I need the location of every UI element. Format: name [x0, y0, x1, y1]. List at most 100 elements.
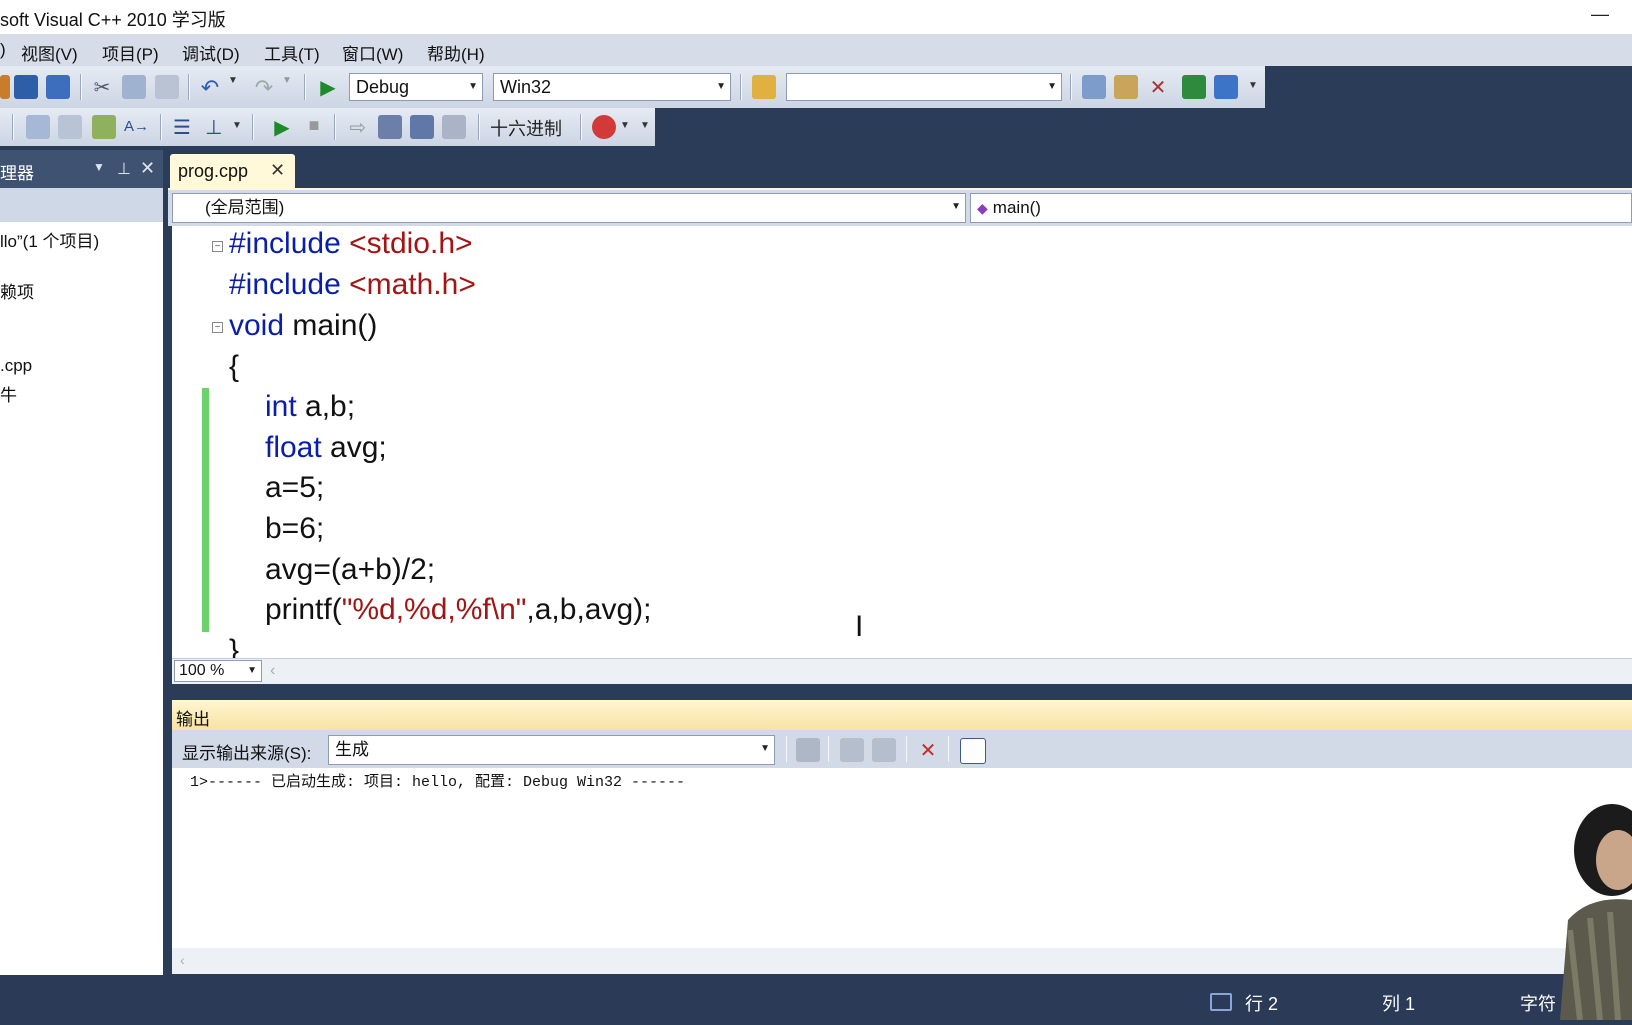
redo-dropdown-icon[interactable]: ▼ — [282, 75, 294, 99]
toolbar-separator — [906, 736, 907, 762]
code-line-11: } — [229, 634, 240, 658]
breakpoints-icon[interactable] — [592, 115, 616, 139]
minimize-button[interactable]: — — [1590, 2, 1610, 26]
toolbar-separator — [188, 74, 190, 100]
previous-message-icon[interactable] — [840, 738, 864, 762]
tree-item-solution[interactable]: llo”(1 个项目) — [0, 227, 99, 252]
menu-item-partial[interactable]: ) — [0, 40, 6, 60]
step-into-icon[interactable] — [378, 115, 402, 139]
output-text-area[interactable] — [172, 768, 1632, 948]
solution-explorer-title: 理器 — [0, 164, 34, 183]
step-out-icon[interactable] — [442, 115, 466, 139]
tree-item-cpp-file[interactable]: .cpp — [0, 356, 32, 376]
uncomment-icon[interactable]: ⊥ — [202, 115, 226, 139]
toolbox-icon[interactable]: ✕ — [1146, 75, 1170, 99]
code-line-9: avg=(a+b)/2; — [265, 553, 436, 586]
chevron-down-icon: ▼ — [716, 81, 726, 92]
output-source-combo[interactable]: 生成 ▼ — [328, 735, 775, 765]
scope-combo[interactable]: (全局范围) ▼ — [172, 193, 966, 223]
close-icon[interactable]: ✕ — [140, 158, 155, 179]
copy-icon[interactable] — [122, 75, 146, 99]
scroll-left-icon[interactable]: ‹ — [270, 662, 275, 680]
close-icon[interactable]: ✕ — [270, 160, 285, 181]
toolbar-separator — [160, 114, 162, 140]
platform-combo[interactable]: Win32 ▼ — [493, 73, 731, 101]
method-icon: ◆ — [977, 200, 988, 216]
save-icon[interactable] — [14, 75, 38, 99]
properties-icon[interactable] — [1114, 75, 1138, 99]
chevron-down-icon[interactable]: ▼ — [620, 120, 632, 144]
complete-word-icon[interactable]: A→ — [124, 115, 149, 139]
menu-item-tools[interactable]: 工具(T) — [264, 40, 320, 65]
clear-all-icon[interactable]: ✕ — [916, 738, 940, 762]
solution-explorer-toolbar — [0, 188, 163, 222]
toolbar-overflow-icon[interactable]: ▼ — [232, 120, 244, 144]
pin-icon[interactable]: ⊥ — [117, 159, 131, 179]
quick-info-icon[interactable] — [92, 115, 116, 139]
save-all-icon[interactable] — [46, 75, 70, 99]
paste-icon[interactable] — [155, 75, 179, 99]
window-title: soft Visual C++ 2010 学习版 — [0, 10, 226, 30]
stop-icon[interactable]: ■ — [302, 115, 326, 139]
code-line-7: a=5; — [265, 471, 325, 504]
go-to-message-icon[interactable] — [796, 738, 820, 762]
code-line-10: printf("%d,%d,%f\n",a,b,avg); — [265, 593, 652, 626]
zoom-combo[interactable]: 100 % ▼ — [174, 660, 262, 682]
show-next-statement-icon[interactable]: ⇨ — [346, 115, 370, 139]
output-source-label: 显示输出来源(S): — [182, 744, 312, 763]
panel-menu-icon[interactable]: ▼ — [93, 160, 105, 174]
toolbar-separator — [12, 114, 14, 140]
undo-dropdown-icon[interactable]: ▼ — [228, 75, 240, 99]
configuration-combo[interactable]: Debug ▼ — [349, 73, 483, 101]
output-source-value: 生成 — [335, 740, 369, 759]
parameter-info-icon[interactable] — [58, 115, 82, 139]
menu-item-view[interactable]: 视图(V) — [21, 40, 78, 65]
menu-item-debug[interactable]: 调试(D) — [182, 40, 240, 65]
undo-icon[interactable]: ↶ — [198, 75, 222, 100]
output-footer — [172, 948, 1632, 974]
code-line-8: b=6; — [265, 512, 325, 545]
chevron-down-icon: ▼ — [247, 665, 257, 676]
cut-icon[interactable]: ✂ — [90, 75, 114, 99]
text-cursor-icon: I — [855, 610, 864, 643]
find-in-files-icon[interactable] — [752, 75, 776, 99]
chevron-down-icon: ▼ — [760, 743, 770, 754]
continue-icon[interactable]: ▶ — [270, 115, 294, 139]
class-view-icon[interactable] — [1214, 75, 1238, 99]
toolbar-separator — [80, 74, 82, 100]
toggle-word-wrap-icon[interactable] — [960, 738, 986, 764]
new-project-icon[interactable] — [0, 75, 10, 99]
editor-footer — [172, 658, 1632, 684]
tree-item-folder[interactable]: 牛 — [0, 381, 17, 406]
collapse-icon[interactable]: − — [212, 241, 223, 252]
extension-manager-icon[interactable] — [1182, 75, 1206, 99]
platform-value: Win32 — [500, 77, 552, 97]
toolbar-separator — [828, 736, 829, 762]
next-message-icon[interactable] — [872, 738, 896, 762]
list-members-icon[interactable] — [26, 115, 50, 139]
scroll-left-icon[interactable]: ‹ — [180, 952, 185, 968]
toolbar-separator — [478, 114, 480, 140]
member-combo[interactable]: ◆ main() — [970, 193, 1632, 223]
menu-item-project[interactable]: 项目(P) — [102, 40, 159, 65]
start-debugging-icon[interactable]: ▶ — [316, 75, 340, 99]
comment-icon[interactable]: ☰ — [170, 115, 194, 139]
toolbar-overflow-icon[interactable]: ▼ — [1248, 80, 1260, 104]
scope-value: (全局范围) — [205, 198, 285, 217]
configuration-value: Debug — [356, 77, 410, 97]
hexadecimal-button[interactable]: 十六进制 — [490, 115, 562, 141]
step-over-icon[interactable] — [410, 115, 434, 139]
menu-bar: ) 视图(V) 项目(P) 调试(D) 工具(T) 窗口(W) 帮助(H) — [0, 34, 1632, 66]
tab-label: prog.cpp — [178, 161, 249, 181]
toolbar-overflow-icon[interactable]: ▼ — [640, 120, 652, 144]
solution-explorer-icon[interactable] — [1082, 75, 1106, 99]
find-combo[interactable]: ▼ — [786, 73, 1062, 101]
tree-item-dependencies[interactable]: 赖项 — [0, 278, 34, 303]
redo-icon[interactable]: ↷ — [252, 75, 276, 100]
status-char: 字符 — [1520, 994, 1556, 1014]
collapse-icon[interactable]: − — [212, 322, 223, 333]
menu-item-window[interactable]: 窗口(W) — [342, 40, 403, 65]
toolbar-separator — [1070, 74, 1072, 100]
title-bar — [0, 0, 1632, 34]
menu-item-help[interactable]: 帮助(H) — [427, 40, 485, 65]
